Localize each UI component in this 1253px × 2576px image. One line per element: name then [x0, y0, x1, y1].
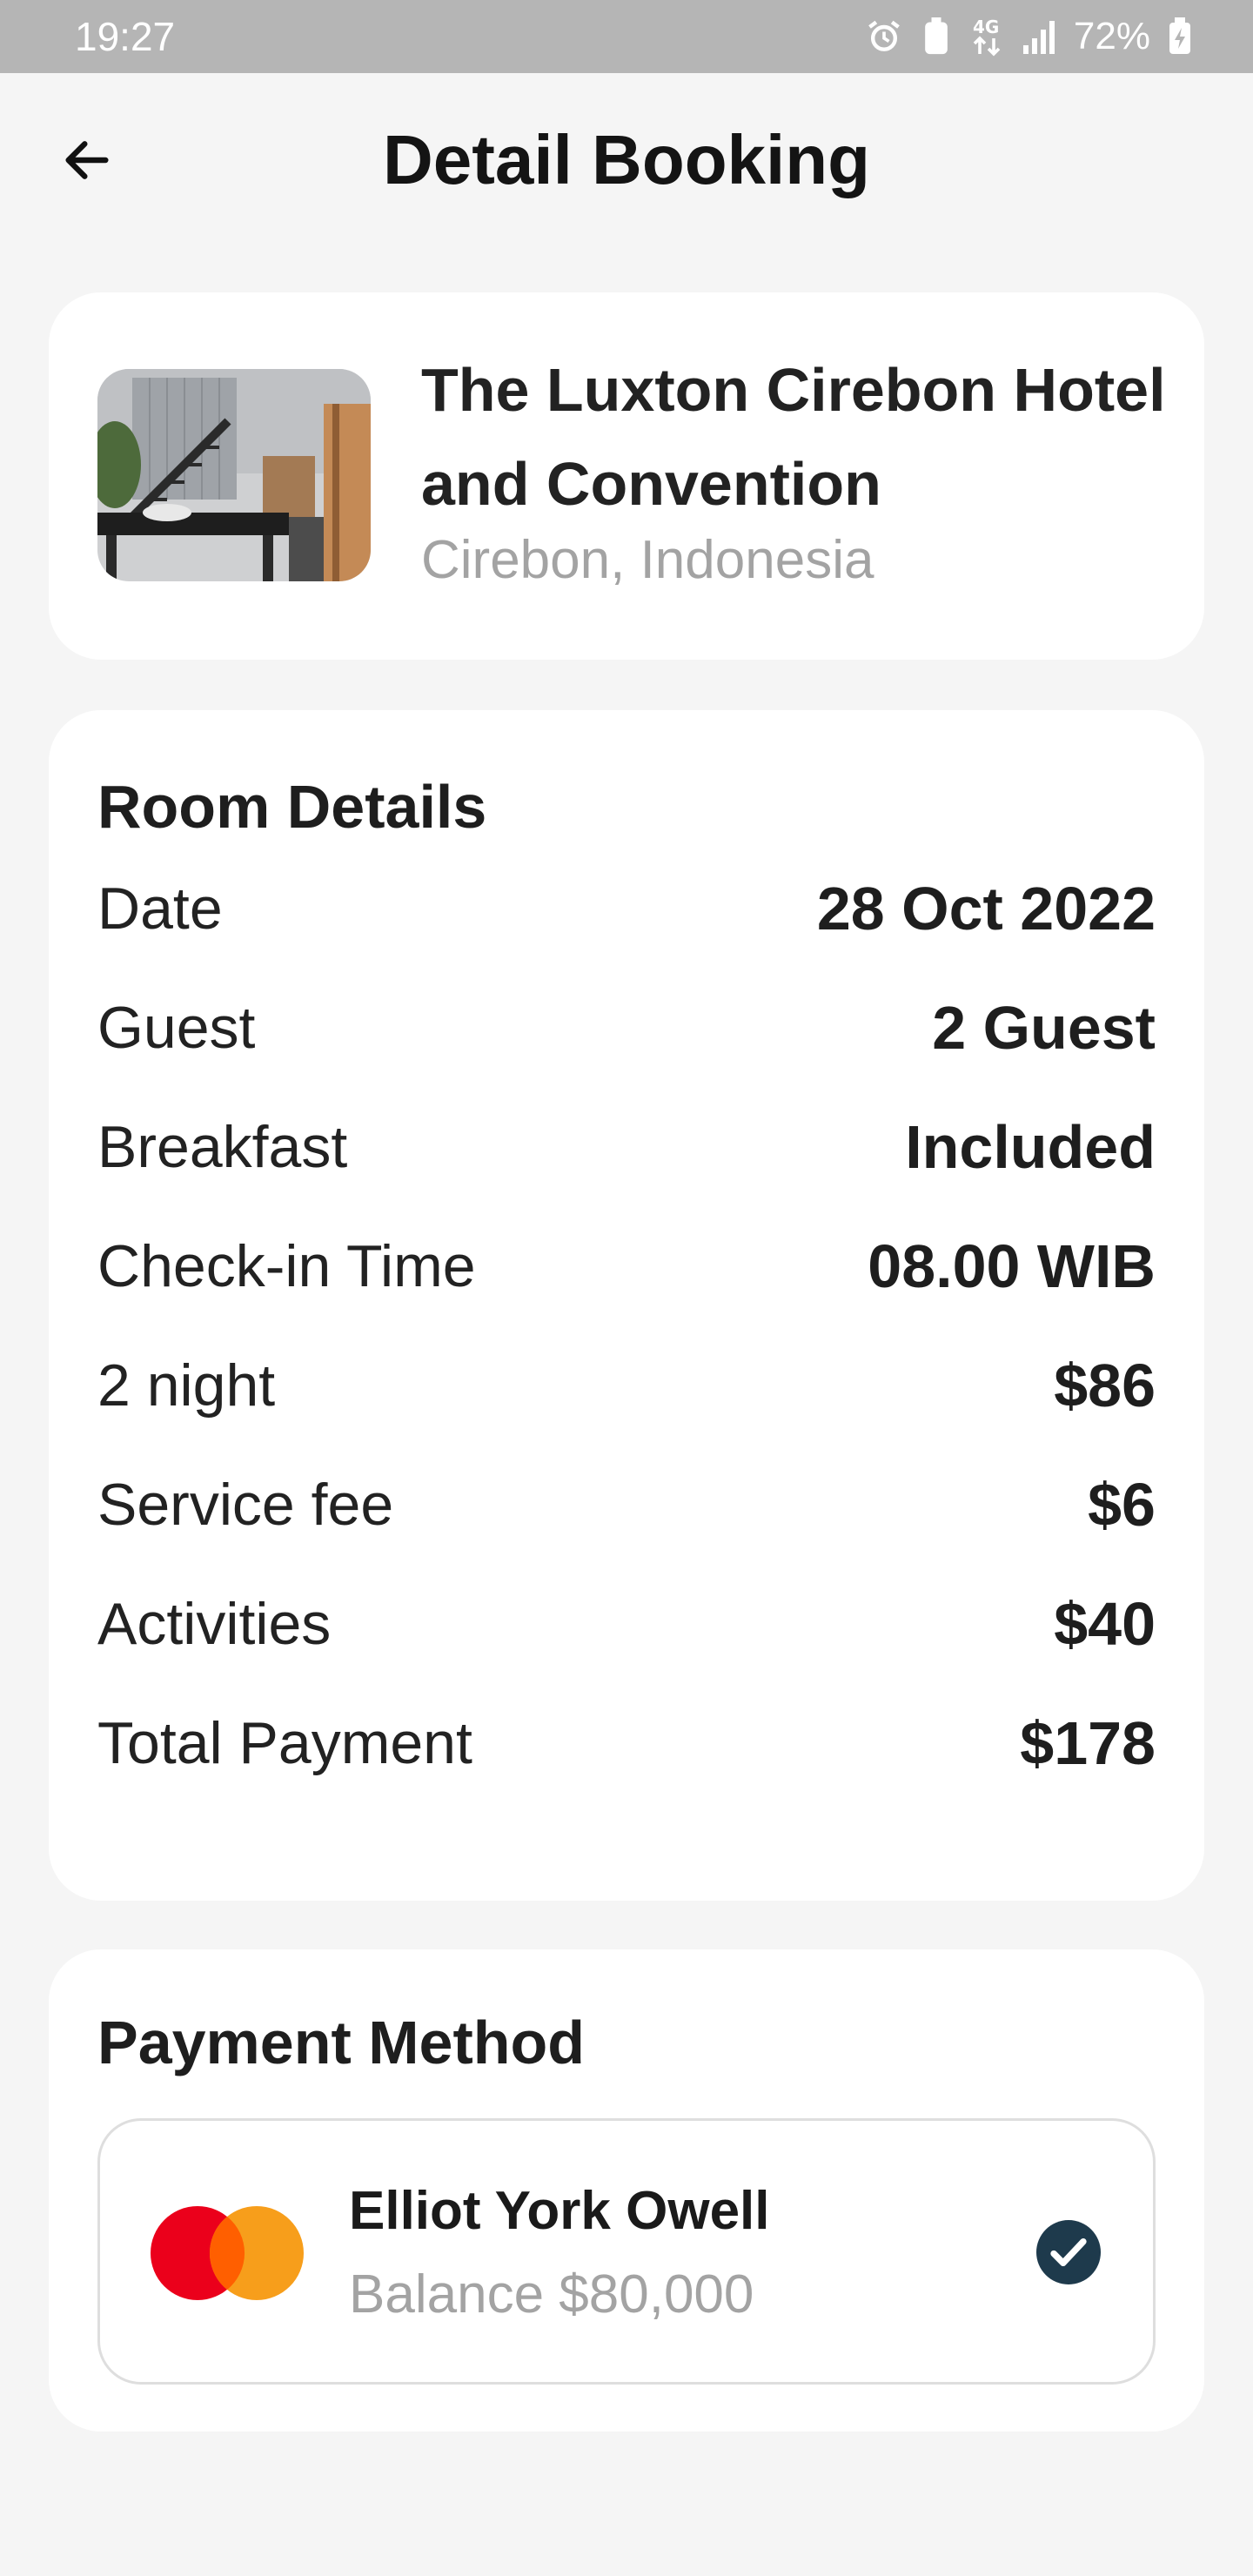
detail-label: Total Payment	[97, 1710, 472, 1776]
detail-row-total-payment: Total Payment $178	[97, 1701, 1156, 1785]
status-icons: 4G 72%	[865, 12, 1192, 61]
detail-row-checkin-time: Check-in Time 08.00 WIB	[97, 1224, 1156, 1308]
detail-row-activities: Activities $40	[97, 1582, 1156, 1666]
detail-value: 28 Oct 2022	[816, 875, 1156, 943]
card-holder-name: Elliot York Owell	[349, 2181, 770, 2241]
card-balance: Balance $80,000	[349, 2264, 754, 2324]
network-4g-icon: 4G	[969, 16, 1004, 57]
detail-value: $40	[1054, 1590, 1156, 1658]
detail-value: $178	[1020, 1709, 1156, 1777]
alarm-icon	[865, 17, 903, 56]
battery-saver-icon	[921, 17, 952, 56]
detail-label: Service fee	[97, 1472, 394, 1538]
detail-value: 08.00 WIB	[868, 1232, 1156, 1300]
room-details-card: Room Details Date 28 Oct 2022 Guest 2 Gu…	[49, 710, 1204, 1901]
detail-label: Date	[97, 875, 223, 942]
battery-charging-icon	[1168, 17, 1192, 56]
detail-row-guest: Guest 2 Guest	[97, 986, 1156, 1070]
hotel-name: The Luxton Cirebon Hotel and Convention	[421, 356, 1166, 518]
payment-option[interactable]: Elliot York Owell Balance $80,000	[97, 2118, 1156, 2385]
battery-percent: 72%	[1073, 15, 1150, 57]
detail-label: Guest	[97, 995, 256, 1061]
hotel-image	[97, 369, 371, 581]
detail-value: Included	[905, 1113, 1156, 1181]
payment-method-title: Payment Method	[97, 2009, 586, 2076]
detail-row-date: Date 28 Oct 2022	[97, 867, 1156, 950]
detail-row-nights: 2 night $86	[97, 1344, 1156, 1427]
detail-label: Breakfast	[97, 1114, 348, 1180]
hotel-location: Cirebon, Indonesia	[421, 530, 874, 590]
detail-label: 2 night	[97, 1352, 276, 1419]
payment-method-card: Payment Method Elliot York Owell Balance…	[49, 1949, 1204, 2432]
detail-value: $6	[1088, 1471, 1156, 1539]
signal-icon	[1022, 17, 1056, 56]
page-title: Detail Booking	[382, 121, 871, 198]
detail-label: Check-in Time	[97, 1233, 476, 1299]
detail-label: Activities	[97, 1591, 332, 1657]
hotel-card[interactable]: The Luxton Cirebon Hotel and Convention …	[49, 292, 1204, 660]
status-time: 19:27	[75, 14, 176, 59]
detail-value: $86	[1054, 1352, 1156, 1419]
check-circle-icon[interactable]	[1036, 2220, 1101, 2284]
room-details-title: Room Details	[97, 773, 487, 841]
detail-value: 2 Guest	[932, 994, 1156, 1062]
svg-text:4G: 4G	[973, 17, 999, 37]
mastercard-icon	[149, 2204, 305, 2302]
detail-row-service-fee: Service fee $6	[97, 1463, 1156, 1546]
header: Detail Booking	[0, 73, 1253, 247]
status-bar: 19:27 4G 72%	[0, 0, 1253, 73]
detail-row-breakfast: Breakfast Included	[97, 1105, 1156, 1189]
